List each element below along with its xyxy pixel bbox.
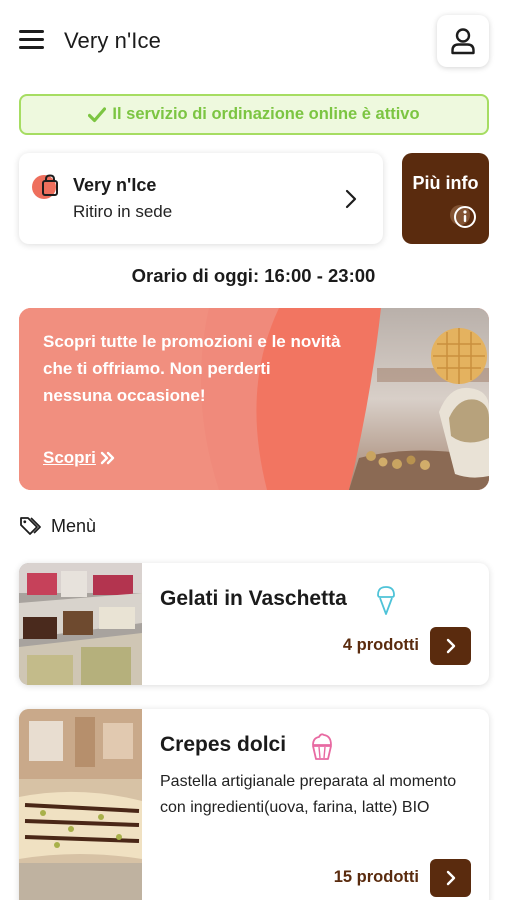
- chevron-right-icon: [345, 189, 357, 209]
- header: Very n'Ice: [0, 0, 507, 84]
- double-chevron-right-icon: [100, 451, 115, 465]
- category-title: Gelati in Vaschetta: [160, 587, 347, 610]
- pickup-mode-label: Ritiro in sede: [73, 202, 173, 221]
- more-info-button[interactable]: Più info: [402, 153, 489, 244]
- menu-section-title: Menù: [19, 515, 96, 537]
- promo-text: Scopri tutte le promozioni e le novità c…: [43, 332, 341, 405]
- product-count: 15 prodotti: [333, 868, 419, 886]
- gelato-display-image: [19, 563, 142, 685]
- category-card-gelati[interactable]: Gelati in Vaschetta 4 prodotti: [19, 563, 489, 685]
- info-icon: [450, 205, 476, 228]
- tag-icon: [20, 517, 41, 535]
- open-category-button[interactable]: [430, 627, 471, 665]
- status-text: Il servizio di ordinazione online è atti…: [112, 105, 420, 123]
- ice-cream-cone-icon: [377, 586, 395, 615]
- store-name: Very n'Ice: [73, 175, 157, 195]
- menu-section-label: Menù: [51, 515, 97, 536]
- user-account-button[interactable]: [437, 15, 489, 67]
- crepes-image: [19, 709, 142, 900]
- checkmark-icon: [88, 106, 107, 122]
- promotions-banner[interactable]: Scopri tutte le promozioni e le novità c…: [19, 308, 489, 490]
- category-card-crepes[interactable]: Crepes dolci Pastella artigianale prepar…: [19, 709, 489, 900]
- store-selector-card[interactable]: Very n'Ice Ritiro in sede: [19, 153, 383, 244]
- app-title: Very n'Ice: [64, 28, 161, 53]
- product-count: 4 prodotti: [342, 636, 419, 654]
- category-description: Pastella artigianale preparata al moment…: [160, 773, 457, 816]
- today-opening-hours: Orario di oggi: 16:00 - 23:00: [131, 265, 376, 286]
- user-icon: [451, 28, 475, 55]
- online-ordering-status-banner: Il servizio di ordinazione online è atti…: [19, 94, 489, 135]
- chevron-right-icon: [446, 638, 455, 654]
- chevron-right-icon: [446, 870, 455, 886]
- cupcake-icon: [312, 733, 332, 760]
- open-category-button[interactable]: [430, 859, 471, 897]
- hamburger-menu-icon[interactable]: [19, 28, 45, 52]
- category-title: Crepes dolci: [160, 733, 287, 756]
- shopping-bag-icon: [32, 174, 58, 199]
- discover-link-label: Scopri: [43, 448, 96, 467]
- discover-link[interactable]: Scopri: [43, 448, 116, 468]
- more-info-label: Più info: [412, 173, 479, 193]
